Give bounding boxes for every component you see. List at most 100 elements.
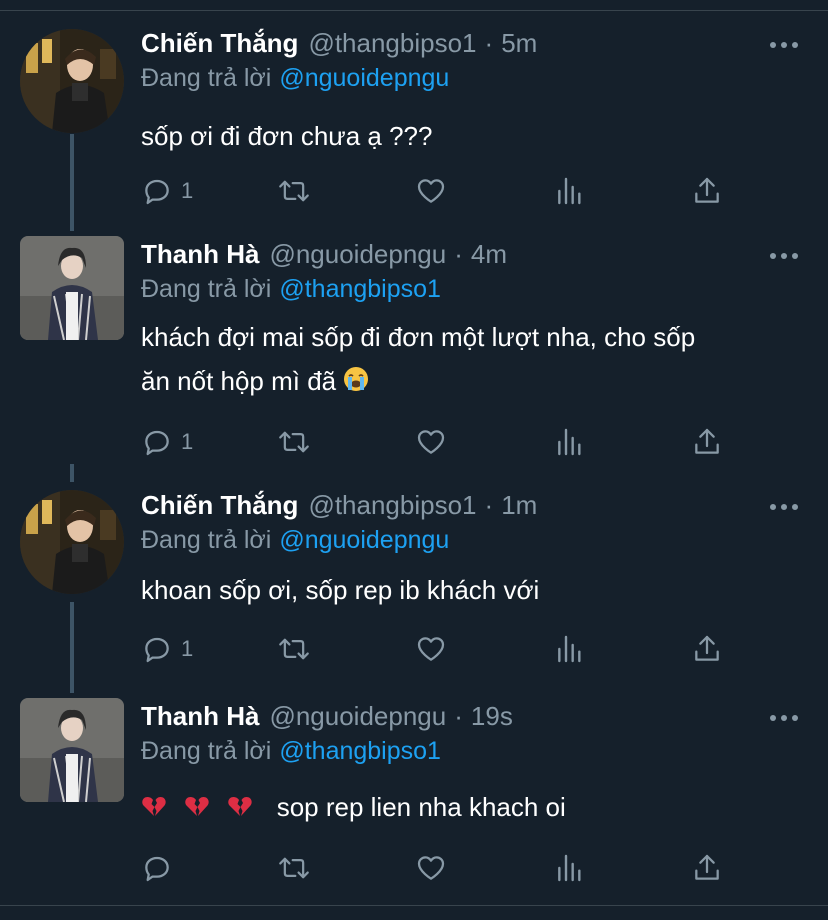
retweet-button[interactable] (277, 632, 311, 666)
author-name[interactable]: Thanh Hà (141, 701, 259, 732)
avatar[interactable] (20, 490, 124, 594)
reply-button[interactable] (141, 851, 181, 885)
tweet[interactable]: Chiến Thắng @thangbipso1 · 5m Đang trả l… (0, 24, 828, 234)
share-button[interactable] (691, 632, 723, 666)
author-handle[interactable]: @thangbipso1 (308, 28, 476, 59)
replying-label: Đang trả lời (141, 275, 272, 303)
retweet-button[interactable] (277, 174, 311, 208)
tweet-text: khách đợi mai sốp đi đơn một lượt nha, c… (141, 315, 695, 405)
replying-to: Đang trả lời @thangbipso1 (141, 737, 441, 766)
tweet-text: khoan sốp ơi, sốp rep ib khách với (141, 568, 539, 612)
retweet-icon (279, 857, 309, 879)
broken-heart-emoji (184, 787, 210, 831)
author-handle[interactable]: @thangbipso1 (308, 490, 476, 521)
more-icon[interactable] (770, 504, 798, 512)
like-icon (417, 856, 445, 880)
tweet[interactable]: Chiến Thắng @thangbipso1 · 1m Đang trả l… (0, 486, 828, 686)
analytics-icon (558, 428, 581, 456)
analytics-button[interactable] (555, 851, 585, 885)
avatar[interactable] (20, 698, 124, 802)
avatar[interactable] (20, 236, 124, 340)
tweet-text-line: sốp ơi đi đơn chưa ạ ??? (141, 121, 433, 151)
mention-link[interactable]: @thangbipso1 (279, 275, 441, 303)
retweet-button[interactable] (277, 425, 311, 459)
action-bar: 1 (141, 632, 741, 666)
separator: · (454, 239, 463, 269)
broken-heart-emoji (227, 787, 253, 831)
tweet-text: sop rep lien nha khach oi (141, 785, 566, 831)
reply-button[interactable]: 1 (141, 174, 193, 208)
replying-to: Đang trả lời @thangbipso1 (141, 275, 441, 304)
like-button[interactable] (415, 174, 447, 208)
replying-label: Đang trả lời (141, 737, 272, 765)
retweet-icon (279, 431, 309, 453)
like-button[interactable] (415, 425, 447, 459)
more-icon[interactable] (770, 715, 798, 723)
reply-count: 1 (181, 429, 194, 454)
analytics-icon (558, 177, 581, 205)
analytics-button[interactable] (555, 632, 585, 666)
more-icon[interactable] (770, 253, 798, 261)
share-icon (695, 854, 719, 880)
tweet-text-line: khoan sốp ơi, sốp rep ib khách với (141, 575, 540, 605)
bottom-divider (0, 905, 828, 906)
author-name[interactable]: Chiến Thắng (141, 490, 298, 521)
mention-link[interactable]: @thangbipso1 (279, 737, 441, 765)
timestamp[interactable]: 1m (501, 490, 537, 521)
retweet-button[interactable] (277, 851, 311, 885)
like-button[interactable] (415, 632, 447, 666)
author-name[interactable]: Chiến Thắng (141, 28, 298, 59)
action-bar: 1 (141, 174, 741, 208)
tweet[interactable]: Thanh Hà @nguoidepngu · 4m Đang trả lời @… (0, 236, 828, 476)
retweet-icon (279, 180, 309, 202)
replying-label: Đang trả lời (141, 64, 272, 92)
share-button[interactable] (691, 851, 723, 885)
timestamp[interactable]: 4m (471, 239, 507, 270)
author-handle[interactable]: @nguoidepngu (269, 239, 446, 270)
reply-count: 1 (181, 636, 194, 661)
reply-icon (145, 179, 169, 205)
timestamp[interactable]: 5m (501, 28, 537, 59)
replying-to: Đang trả lời @nguoidepngu (141, 64, 449, 93)
mention-link[interactable]: @nguoidepngu (279, 526, 449, 554)
reply-icon (145, 856, 169, 882)
crying-face-emoji (343, 361, 369, 405)
reply-button[interactable]: 1 (141, 425, 193, 459)
separator: · (454, 701, 463, 731)
share-icon (695, 635, 719, 661)
avatar[interactable] (20, 29, 124, 133)
tweet-text-line: ăn nốt hộp mì đã (141, 366, 337, 396)
replying-to: Đang trả lời @nguoidepngu (141, 526, 449, 555)
author-name[interactable]: Thanh Hà (141, 239, 259, 270)
author-handle[interactable]: @nguoidepngu (269, 701, 446, 732)
tweet-text-line: sop rep lien nha khach oi (276, 792, 566, 822)
reply-icon (145, 430, 169, 456)
share-icon (695, 177, 719, 203)
reply-icon (145, 637, 169, 663)
reply-count: 1 (181, 178, 194, 203)
reply-button[interactable]: 1 (141, 632, 193, 666)
analytics-icon (558, 635, 581, 663)
top-divider (0, 10, 828, 11)
tweet-text: sốp ơi đi đơn chưa ạ ??? (141, 114, 432, 158)
share-icon (695, 428, 719, 454)
action-bar (141, 851, 741, 885)
mention-link[interactable]: @nguoidepngu (279, 64, 449, 92)
analytics-button[interactable] (555, 174, 585, 208)
analytics-icon (558, 854, 581, 882)
more-icon[interactable] (770, 42, 798, 50)
analytics-button[interactable] (555, 425, 585, 459)
like-icon (417, 637, 445, 661)
timestamp[interactable]: 19s (471, 701, 513, 732)
action-bar: 1 (141, 425, 741, 459)
separator: · (484, 28, 494, 58)
like-button[interactable] (415, 851, 447, 885)
like-icon (417, 430, 445, 454)
separator: · (484, 490, 494, 520)
tweet[interactable]: Thanh Hà @nguoidepngu · 19s Đang trả lời… (0, 698, 828, 898)
tweet-text-line: khách đợi mai sốp đi đơn một lượt nha, c… (141, 322, 696, 352)
retweet-icon (279, 638, 309, 660)
share-button[interactable] (691, 425, 723, 459)
broken-heart-emoji (141, 787, 167, 831)
share-button[interactable] (691, 174, 723, 208)
